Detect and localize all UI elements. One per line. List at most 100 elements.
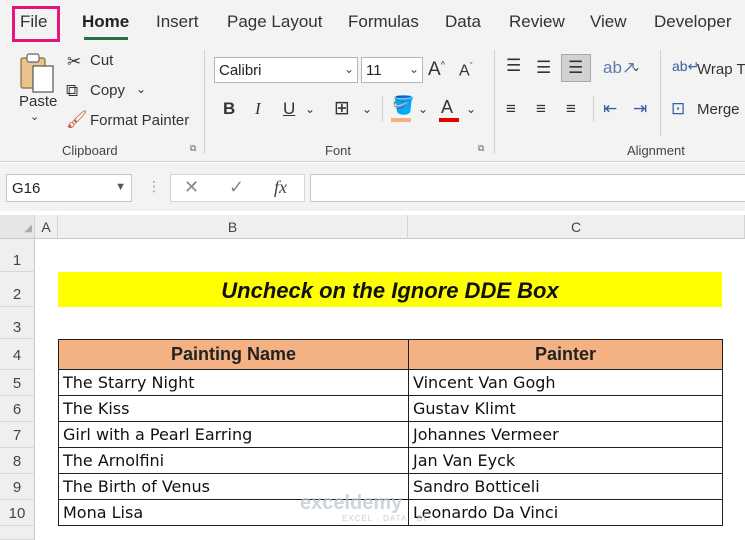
divider xyxy=(660,50,661,136)
decrease-indent-icon[interactable]: ⇤ xyxy=(603,99,617,119)
top-align-icon[interactable]: ☰ xyxy=(506,56,521,76)
shrink-font-icon[interactable]: Aˇ xyxy=(459,61,473,80)
name-box-value: G16 xyxy=(12,180,41,197)
table-row: Girl with a Pearl Earring Johannes Verme… xyxy=(58,421,723,448)
cell-painter[interactable]: Gustav Klimt xyxy=(408,395,723,422)
row-header-5[interactable]: 5 xyxy=(0,370,35,396)
align-left-icon[interactable]: ≡ xyxy=(506,99,516,119)
table-row: The Kiss Gustav Klimt xyxy=(58,395,723,422)
format-painter-icon[interactable]: 🖌 xyxy=(66,110,88,130)
formula-bar: G16 ▼ ⋮ ✕ ✓ fx xyxy=(0,163,745,211)
group-divider xyxy=(494,50,495,154)
borders-icon[interactable]: ⊞ xyxy=(334,97,350,120)
divider xyxy=(593,96,594,122)
title-cell[interactable]: Uncheck on the Ignore DDE Box xyxy=(58,272,722,307)
watermark-logo: exceldemy xyxy=(300,492,403,514)
align-right-icon[interactable]: ≡ xyxy=(566,99,576,119)
formula-buttons: ✕ ✓ fx xyxy=(170,174,305,202)
row-header-8[interactable]: 8 xyxy=(0,448,35,474)
font-color-chevron-icon[interactable]: ⌄ xyxy=(466,102,476,116)
wrap-text-icon[interactable]: ab↵ xyxy=(672,58,699,75)
copy-chevron-icon[interactable]: ⌄ xyxy=(136,82,146,96)
align-center-icon[interactable]: ≡ xyxy=(536,99,546,119)
font-color-icon[interactable]: A xyxy=(441,97,453,118)
ribbon-tab-bar: File Home Insert Page Layout Formulas Da… xyxy=(0,0,745,44)
tab-developer[interactable]: Developer xyxy=(654,12,732,32)
column-header-c[interactable]: C xyxy=(408,215,745,239)
font-size-select[interactable]: 11 ⌄ xyxy=(361,57,423,83)
grow-font-icon[interactable]: A^ xyxy=(428,59,445,81)
font-color-swatch xyxy=(439,118,459,122)
cell-painting-name[interactable]: The Starry Night xyxy=(58,369,409,396)
column-header-b[interactable]: B xyxy=(58,215,408,239)
row-header-11[interactable] xyxy=(0,526,35,540)
tab-formulas[interactable]: Formulas xyxy=(348,12,419,32)
increase-indent-icon[interactable]: ⇥ xyxy=(633,99,647,119)
paste-chevron-icon[interactable]: ⌄ xyxy=(30,110,39,123)
paste-icon[interactable] xyxy=(18,52,56,94)
cancel-icon[interactable]: ✕ xyxy=(184,177,199,198)
tab-home[interactable]: Home xyxy=(82,12,129,32)
select-all-corner[interactable]: ◢ xyxy=(0,215,35,239)
row-header-6[interactable]: 6 xyxy=(0,396,35,422)
orientation-chevron-icon[interactable]: ⌄ xyxy=(631,60,641,74)
tab-view[interactable]: View xyxy=(590,12,627,32)
resize-handle-icon[interactable]: ⋮ xyxy=(147,178,161,195)
cell-painting-name[interactable]: The Kiss xyxy=(58,395,409,422)
tab-data[interactable]: Data xyxy=(445,12,481,32)
cell-painter[interactable]: Leonardo Da Vinci xyxy=(408,499,723,526)
row-header-4[interactable]: 4 xyxy=(0,339,35,370)
cell-painting-name[interactable]: Girl with a Pearl Earring xyxy=(58,421,409,448)
fill-color-chevron-icon[interactable]: ⌄ xyxy=(418,102,428,116)
table-header-row: Painting Name Painter xyxy=(58,339,723,370)
merge-icon[interactable]: ⊡ xyxy=(671,99,685,119)
group-divider xyxy=(204,50,205,154)
row-header-10[interactable]: 10 xyxy=(0,500,35,526)
merge-label[interactable]: Merge xyxy=(697,101,740,118)
fill-color-swatch xyxy=(391,118,411,122)
insert-function-icon[interactable]: fx xyxy=(274,177,287,198)
tab-insert[interactable]: Insert xyxy=(156,12,199,32)
copy-icon[interactable]: ⧉ xyxy=(66,81,78,101)
bottom-align-button[interactable]: ☰ xyxy=(561,54,591,82)
italic-button[interactable]: I xyxy=(255,99,261,119)
clipboard-group-label: Clipboard xyxy=(62,143,118,158)
cell-painter[interactable]: Johannes Vermeer xyxy=(408,421,723,448)
wrap-text-label[interactable]: Wrap T xyxy=(697,61,745,78)
cell-painting-name[interactable]: The Arnolfini xyxy=(58,447,409,474)
borders-chevron-icon[interactable]: ⌄ xyxy=(362,102,372,116)
paste-label[interactable]: Paste xyxy=(19,93,57,110)
header-painting-name[interactable]: Painting Name xyxy=(58,339,409,370)
formula-input[interactable] xyxy=(310,174,745,202)
cut-icon[interactable]: ✂ xyxy=(67,52,81,72)
cell-painter[interactable]: Sandro Botticeli xyxy=(408,473,723,500)
clipboard-launcher-icon[interactable]: ⧉ xyxy=(190,144,201,155)
cell-painter[interactable]: Jan Van Eyck xyxy=(408,447,723,474)
tab-review[interactable]: Review xyxy=(509,12,565,32)
format-painter-label[interactable]: Format Painter xyxy=(90,112,189,129)
column-header-a[interactable]: A xyxy=(35,215,58,239)
file-tab-highlight-box xyxy=(12,6,60,42)
font-name-select[interactable]: Calibri ⌄ xyxy=(214,57,358,83)
middle-align-icon[interactable]: ☰ xyxy=(536,58,551,78)
cut-label[interactable]: Cut xyxy=(90,52,113,69)
fill-color-icon[interactable]: 🪣 xyxy=(392,95,414,116)
tab-page-layout[interactable]: Page Layout xyxy=(227,12,322,32)
enter-icon[interactable]: ✓ xyxy=(229,177,244,198)
name-box[interactable]: G16 ▼ xyxy=(6,174,132,202)
row-header-7[interactable]: 7 xyxy=(0,422,35,448)
watermark-tagline: EXCEL · DATA · BI xyxy=(342,514,427,523)
font-launcher-icon[interactable]: ⧉ xyxy=(478,144,489,155)
ribbon-home-panel: Paste ⌄ ✂ Cut ⧉ Copy ⌄ 🖌 Format Painter … xyxy=(0,44,745,162)
copy-label[interactable]: Copy xyxy=(90,82,125,99)
sheet-title: Uncheck on the Ignore DDE Box xyxy=(221,278,559,303)
row-header-3[interactable]: 3 xyxy=(0,307,35,339)
bold-button[interactable]: B xyxy=(223,99,235,119)
cell-painter[interactable]: Vincent Van Gogh xyxy=(408,369,723,396)
underline-button[interactable]: U xyxy=(283,99,295,119)
row-header-9[interactable]: 9 xyxy=(0,474,35,500)
underline-chevron-icon[interactable]: ⌄ xyxy=(305,102,315,116)
row-header-1[interactable]: 1 xyxy=(0,239,35,272)
header-painter[interactable]: Painter xyxy=(408,339,723,370)
row-header-2[interactable]: 2 xyxy=(0,272,35,307)
